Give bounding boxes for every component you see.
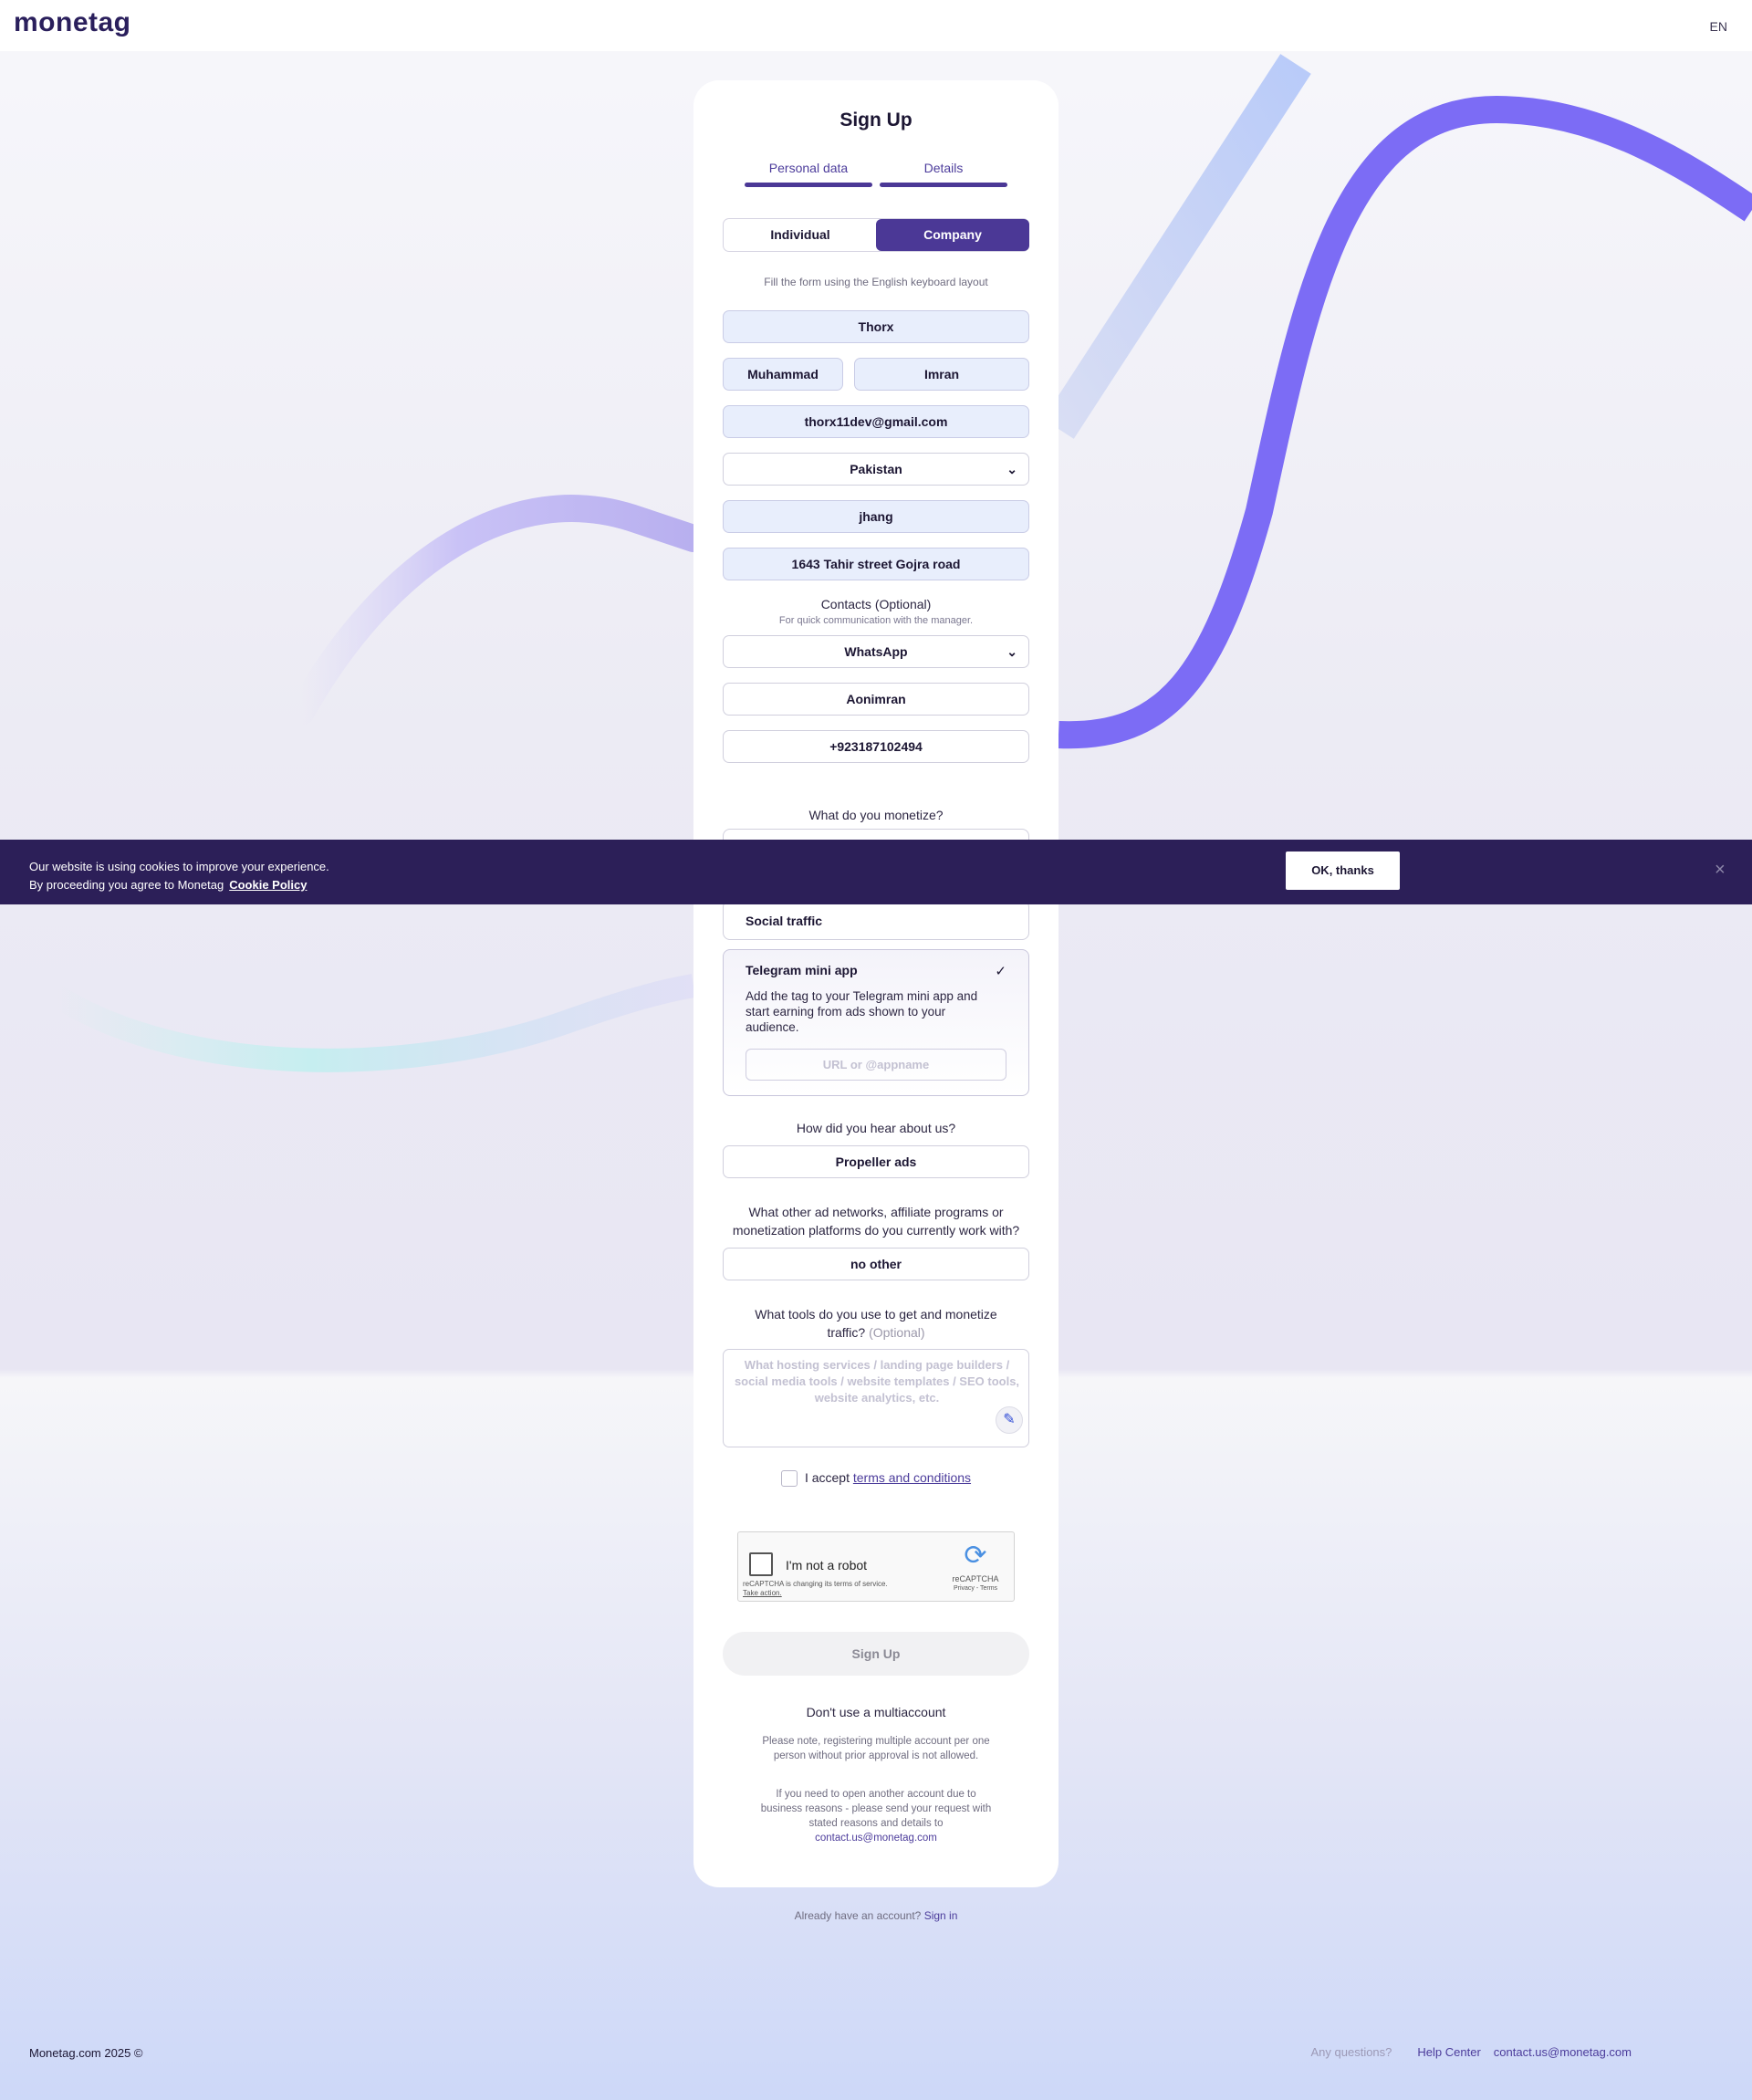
language-switcher[interactable]: EN — [1710, 19, 1727, 34]
cookie-accept-button[interactable]: OK, thanks — [1286, 851, 1400, 890]
networks-answer-input[interactable]: no other — [723, 1248, 1029, 1280]
multiaccount-title: Don't use a multiaccount — [806, 1705, 946, 1719]
option-telegram-mini-app[interactable]: Telegram mini app ✓ Add the tag to your … — [723, 949, 1029, 1096]
telegram-url-input[interactable]: URL or @appname — [746, 1049, 1006, 1081]
signup-button[interactable]: Sign Up — [723, 1632, 1029, 1676]
signin-link[interactable]: Sign in — [924, 1909, 958, 1922]
recaptcha-logo-icon: ⟳ — [964, 1541, 987, 1571]
multiaccount-request: If you need to open another account due … — [760, 1789, 992, 1844]
recaptcha-take-action-link[interactable]: Take action. — [743, 1589, 888, 1598]
cookie-policy-link[interactable]: Cookie Policy — [229, 878, 307, 892]
grammar-assistant-icon[interactable]: ✎ — [996, 1406, 1023, 1434]
telegram-description: Add the tag to your Telegram mini app an… — [746, 989, 978, 1034]
telegram-title: Telegram mini app — [746, 963, 858, 977]
terms-acceptance: I accept terms and conditions — [694, 1470, 1058, 1488]
page-title: Sign Up — [840, 110, 912, 131]
recaptcha-links[interactable]: Privacy - Terms — [948, 1585, 1003, 1592]
copyright: Monetag.com 2025 © — [29, 2046, 143, 2060]
footer-links: Any questions? Help Center contact.us@mone… — [1310, 2045, 1632, 2059]
city-input[interactable]: jhang — [723, 500, 1029, 533]
messenger-select[interactable]: WhatsApp ⌄ — [723, 635, 1029, 668]
chevron-down-icon: ⌄ — [1006, 462, 1017, 476]
individual-option[interactable]: Individual — [724, 219, 877, 251]
tools-textarea[interactable]: What hosting services / landing page bui… — [723, 1349, 1029, 1447]
hear-question: How did you hear about us? — [796, 1121, 956, 1135]
recaptcha-widget: I'm not a robot reCAPTCHA is changing it… — [737, 1531, 1015, 1602]
networks-question: What other ad networks, affiliate progra… — [732, 1205, 1020, 1238]
checkmark-icon: ✓ — [995, 964, 1006, 979]
messenger-handle-input[interactable]: Aonimran — [723, 683, 1029, 716]
help-center-link[interactable]: Help Center — [1417, 2045, 1480, 2059]
tools-question: What tools do you use to get and monetiz… — [755, 1307, 997, 1340]
email-input[interactable]: thorx11dev@gmail.com — [723, 405, 1029, 438]
recaptcha-checkbox[interactable] — [749, 1552, 773, 1576]
phone-input[interactable]: +923187102494 — [723, 730, 1029, 763]
contacts-subtitle: For quick communication with the manager… — [778, 615, 974, 626]
footer-email-link[interactable]: contact.us@monetag.com — [1494, 2045, 1632, 2059]
cookie-banner: Our website is using cookies to improve … — [0, 840, 1752, 904]
monetize-question: What do you monetize? — [808, 808, 944, 822]
close-icon[interactable]: × — [1715, 860, 1726, 881]
chevron-down-icon: ⌄ — [1006, 644, 1017, 659]
recaptcha-warning: reCAPTCHA is changing its terms of servi… — [743, 1580, 888, 1598]
terms-link[interactable]: terms and conditions — [853, 1470, 971, 1485]
monetag-logo[interactable]: monetag — [14, 7, 131, 38]
option-social-traffic[interactable]: Social traffic — [723, 900, 1029, 940]
first-name-input[interactable]: Muhammad — [723, 358, 843, 391]
signin-prompt: Already have an account? Sign in — [794, 1909, 958, 1922]
address-input[interactable]: 1643 Tahir street Gojra road — [723, 548, 1029, 580]
country-select[interactable]: Pakistan ⌄ — [723, 453, 1029, 486]
contacts-title: Contacts (Optional) — [820, 597, 932, 611]
multiaccount-note: Please note, registering multiple accoun… — [762, 1736, 990, 1761]
tab-personal-data[interactable]: Personal data — [745, 161, 872, 187]
company-name-input[interactable]: Thorx — [723, 310, 1029, 343]
company-option[interactable]: Company — [876, 219, 1029, 251]
signup-card: Sign Up Personal data Details Individual… — [694, 80, 1058, 1887]
terms-checkbox[interactable] — [780, 1470, 798, 1488]
tab-details[interactable]: Details — [880, 161, 1007, 187]
contact-email-link[interactable]: contact.us@monetag.com — [815, 1833, 937, 1844]
last-name-input[interactable]: Imran — [854, 358, 1029, 391]
top-header: monetag EN — [0, 0, 1752, 51]
hear-answer-input[interactable]: Propeller ads — [723, 1145, 1029, 1178]
account-type-toggle: Individual Company — [723, 218, 1029, 252]
keyboard-hint: Fill the form using the English keyboard… — [764, 276, 988, 288]
